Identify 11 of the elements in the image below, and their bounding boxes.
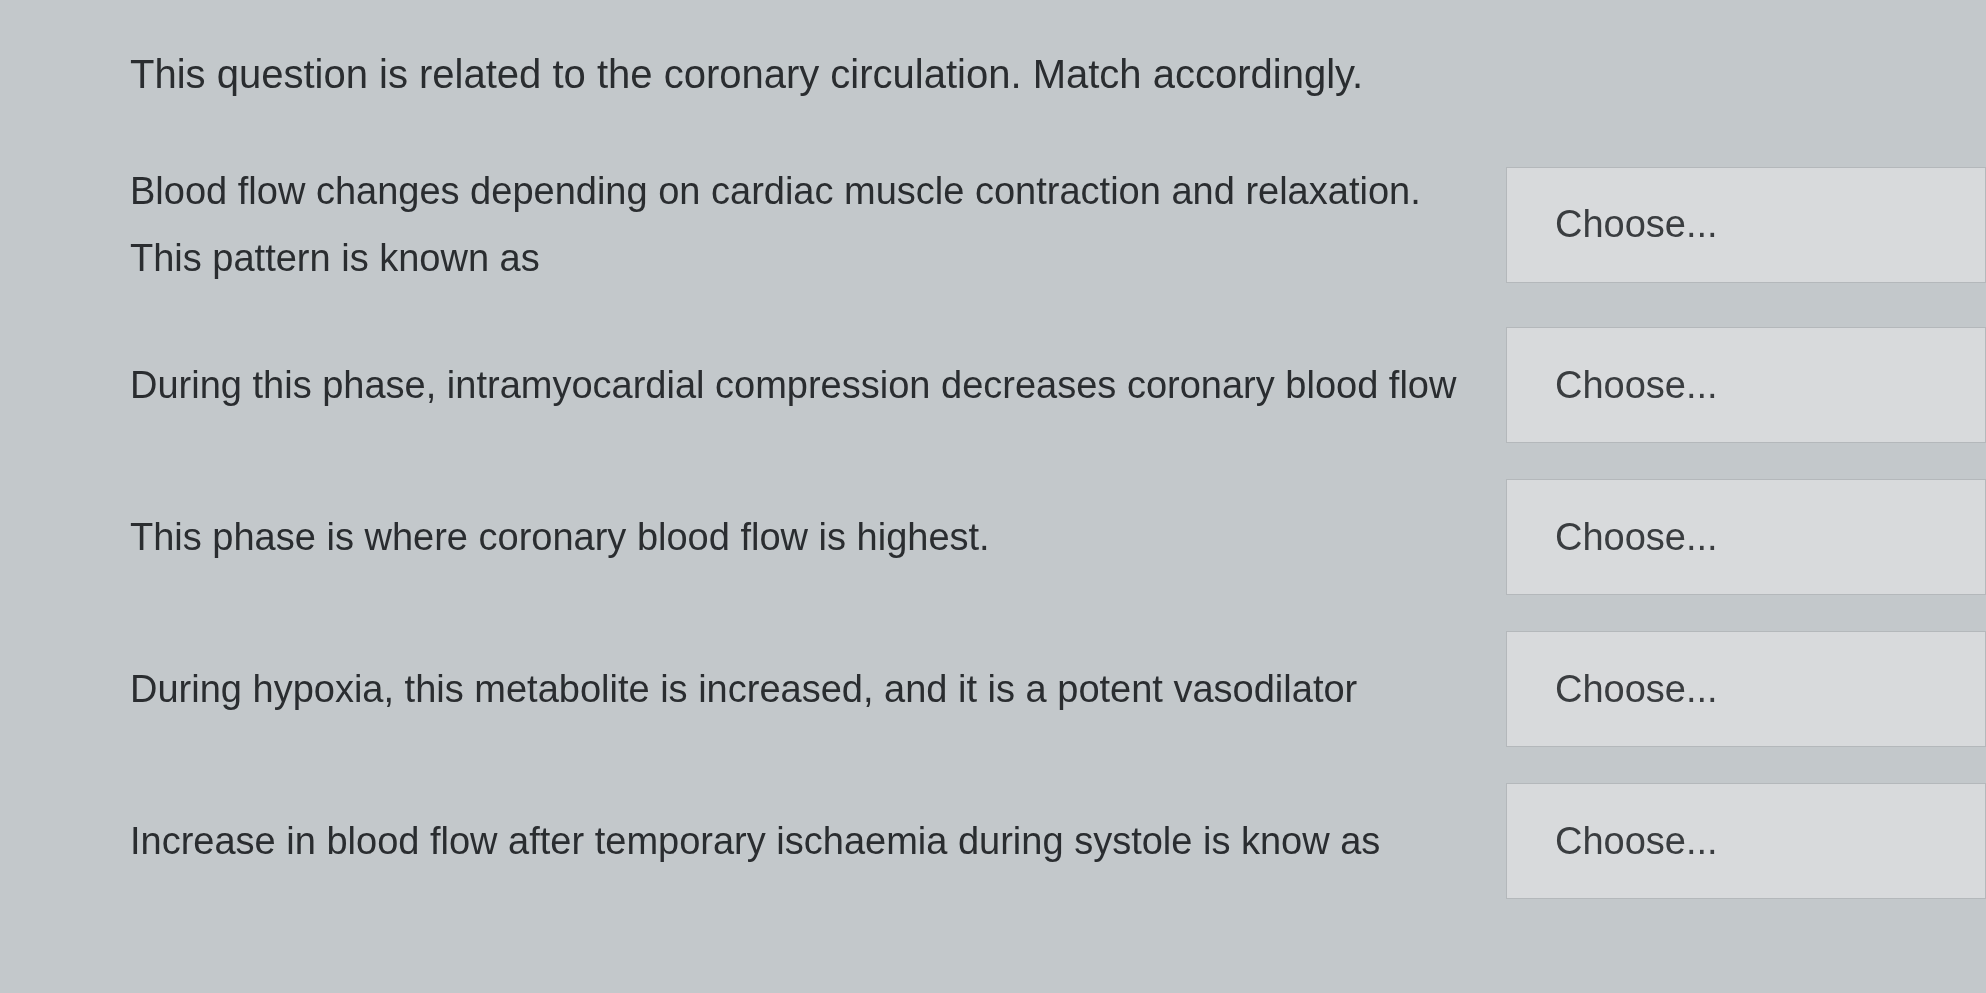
- prompt-text: This phase is where coronary blood flow is highest.: [130, 514, 991, 560]
- prompt-text: During this phase, intramyocardial compression decreases coronary blood flow: [130, 362, 1458, 408]
- choose-dropdown[interactable]: Choose...: [1506, 166, 1986, 283]
- choose-dropdown[interactable]: Choose...: [1506, 783, 1986, 899]
- prompt-text: Increase in blood flow after temporary ischaemia during systole is know as: [130, 818, 1382, 864]
- prompt-text: During hypoxia, this metabolite is increased, and it is a potent vasodilator: [130, 666, 1359, 712]
- question-text: This question is related to the coronary circulation. Match accordingly.: [130, 51, 1365, 98]
- prompt-text: Blood flow changes depending on cardiac muscle contraction and relaxation. This pattern is known as: [130, 169, 1422, 281]
- choose-dropdown[interactable]: Choose...: [1506, 631, 1986, 747]
- choose-dropdown[interactable]: Choose...: [1506, 327, 1986, 443]
- choose-dropdown[interactable]: Choose...: [1506, 479, 1986, 595]
